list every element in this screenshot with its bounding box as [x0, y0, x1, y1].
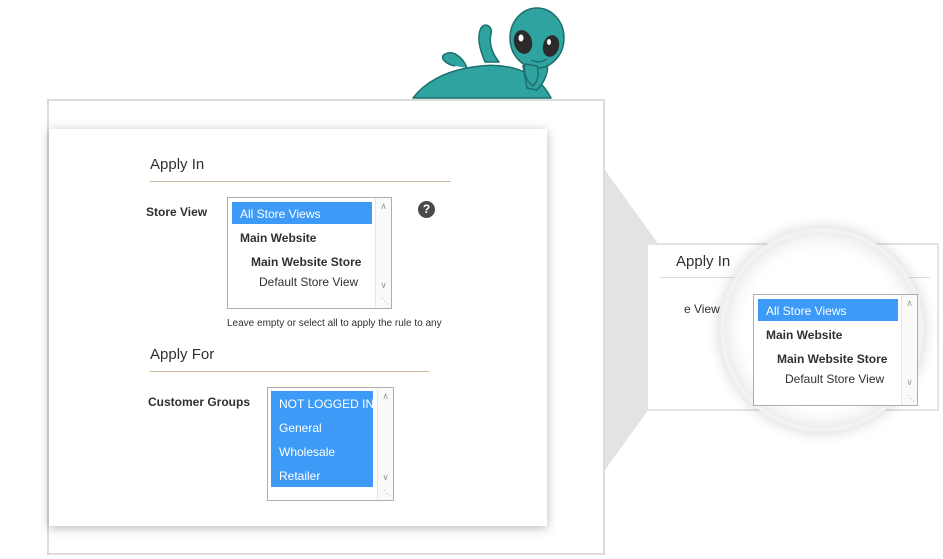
apply-for-title: Apply For — [150, 346, 215, 363]
resize-grip-icon[interactable]: ⋱ — [383, 490, 391, 498]
customer-groups-scrollbar[interactable]: ∧ ∨ — [377, 388, 393, 500]
chevron-up-icon[interactable]: ∧ — [902, 298, 917, 308]
store-view-option-website[interactable]: Main Website — [240, 231, 316, 245]
customer-group-general[interactable]: General — [279, 421, 322, 435]
zoom-scrollbar[interactable]: ∧ ∨ — [901, 295, 917, 405]
zoom-option-website[interactable]: Main Website — [766, 328, 842, 342]
zoom-store-view-label: e View — [684, 302, 720, 316]
chevron-down-icon[interactable]: ∨ — [902, 377, 917, 387]
zoom-option-all[interactable]: All Store Views — [758, 299, 898, 321]
apply-for-divider — [150, 371, 429, 372]
apply-in-divider — [150, 181, 451, 182]
store-view-option-store[interactable]: Main Website Store — [251, 255, 361, 269]
apply-in-title: Apply In — [150, 156, 205, 173]
zoom-store-view-select[interactable]: All Store Views Main Website Main Websit… — [753, 294, 918, 406]
zoom-apply-in-title: Apply In — [676, 253, 731, 270]
customer-groups-label: Customer Groups — [148, 395, 251, 409]
store-view-option-all[interactable]: All Store Views — [232, 202, 372, 224]
zoom-option-store[interactable]: Main Website Store — [777, 352, 887, 366]
chevron-down-icon[interactable]: ∨ — [378, 472, 393, 482]
resize-grip-icon[interactable]: ⋱ — [907, 395, 915, 403]
chevron-down-icon[interactable]: ∨ — [376, 280, 391, 290]
store-view-scrollbar[interactable]: ∧ ∨ — [375, 198, 391, 308]
store-view-label: Store View — [146, 205, 208, 219]
store-view-option-default[interactable]: Default Store View — [259, 275, 358, 289]
store-view-select[interactable]: All Store Views Main Website Main Websit… — [227, 197, 392, 309]
customer-group-not-logged-in[interactable]: NOT LOGGED IN — [279, 397, 374, 411]
zoom-option-default[interactable]: Default Store View — [785, 372, 884, 386]
chevron-up-icon[interactable]: ∧ — [378, 391, 393, 401]
resize-grip-icon[interactable]: ⋱ — [381, 298, 389, 306]
customer-groups-select[interactable]: NOT LOGGED IN General Wholesale Retailer… — [267, 387, 394, 501]
chevron-up-icon[interactable]: ∧ — [376, 201, 391, 211]
store-view-hint: Leave empty or select all to apply the r… — [227, 318, 442, 329]
customer-group-wholesale[interactable]: Wholesale — [279, 445, 335, 459]
question-mark-icon[interactable]: ? — [418, 201, 435, 218]
alien-mascot-icon — [412, 7, 565, 99]
customer-group-retailer[interactable]: Retailer — [279, 469, 320, 483]
